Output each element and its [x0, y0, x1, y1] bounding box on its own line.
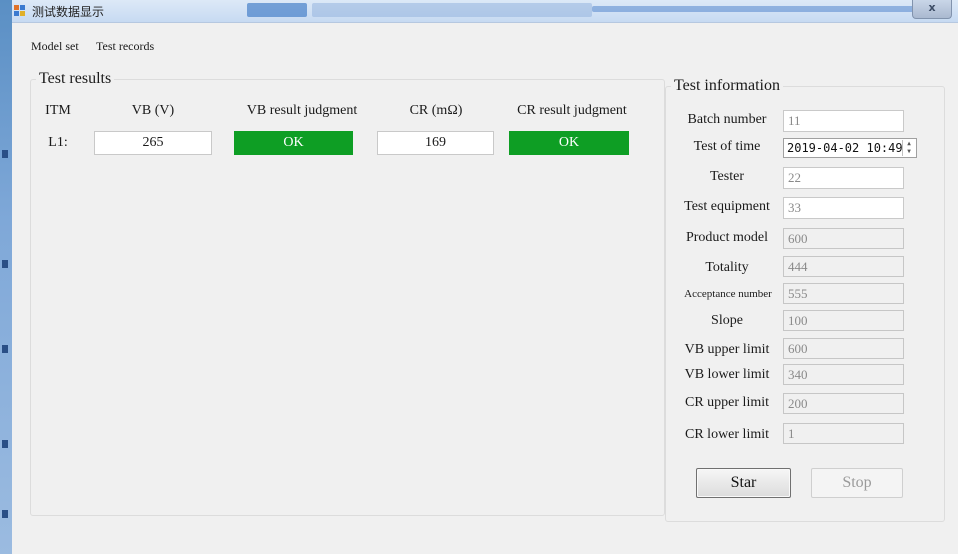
menu-item-model-set[interactable]: Model set: [31, 39, 79, 54]
header-cr-judgment: CR result judgment: [517, 103, 627, 118]
background-window-strip: [312, 3, 592, 17]
cr-value-field[interactable]: 169: [377, 131, 494, 155]
star-button[interactable]: Star: [696, 468, 791, 498]
tester-input[interactable]: 22: [783, 167, 904, 189]
app-icon: [14, 5, 26, 17]
acceptance-number-label: Acceptance number: [684, 288, 772, 300]
cr-lower-limit-label: CR lower limit: [685, 427, 769, 442]
slope-label: Slope: [711, 313, 743, 328]
app-window: 测试数据显示 x Model set Test records Test res…: [12, 0, 958, 554]
cr-upper-limit-field: 200: [783, 393, 904, 414]
background-window-strip: [592, 6, 922, 12]
spin-up-icon[interactable]: ▲: [903, 140, 915, 148]
vb-upper-limit-label: VB upper limit: [684, 342, 770, 357]
header-vb-judgment: VB result judgment: [246, 103, 358, 118]
desktop-edge: [0, 0, 12, 554]
close-icon: x: [928, 1, 936, 14]
menu-item-test-records[interactable]: Test records: [96, 39, 154, 54]
test-equipment-label: Test equipment: [684, 199, 770, 214]
stop-button[interactable]: Stop: [811, 468, 903, 498]
cr-judgment-badge: OK: [509, 131, 629, 155]
title-bar: 测试数据显示 x: [12, 0, 958, 23]
background-window-strip: [247, 3, 307, 17]
test-time-value: 2019-04-02 10:49: [787, 141, 903, 155]
vb-lower-limit-field: 340: [783, 364, 904, 385]
totality-label: Totality: [705, 260, 749, 275]
test-time-label: Test of time: [693, 139, 761, 154]
vb-upper-limit-field: 600: [783, 338, 904, 359]
slope-field: 100: [783, 310, 904, 331]
test-information-legend: Test information: [674, 77, 780, 94]
test-results-legend: Test results: [39, 70, 112, 87]
close-button[interactable]: x: [912, 0, 952, 19]
menu-bar: Model set Test records: [12, 38, 958, 56]
test-time-picker[interactable]: 2019-04-02 10:49 ▲ ▼: [783, 138, 917, 158]
cr-lower-limit-field: 1: [783, 423, 904, 444]
batch-number-input[interactable]: 11: [783, 110, 904, 132]
header-cr: CR (mΩ): [409, 103, 463, 118]
totality-field: 444: [783, 256, 904, 277]
tester-label: Tester: [709, 169, 744, 184]
vb-lower-limit-label: VB lower limit: [684, 367, 770, 382]
window-title: 测试数据显示: [32, 5, 105, 19]
time-spinner[interactable]: ▲ ▼: [902, 140, 915, 156]
header-itm: ITM: [45, 103, 71, 118]
test-equipment-input[interactable]: 33: [783, 197, 904, 219]
header-vb: VB (V): [131, 103, 175, 118]
vb-value-field[interactable]: 265: [94, 131, 212, 155]
row-label-l1: L1:: [48, 135, 68, 150]
cr-upper-limit-label: CR upper limit: [685, 395, 769, 410]
acceptance-number-field: 555: [783, 283, 904, 304]
product-model-label: Product model: [685, 230, 769, 245]
batch-number-label: Batch number: [687, 112, 767, 127]
product-model-field: 600: [783, 228, 904, 249]
vb-judgment-badge: OK: [234, 131, 353, 155]
spin-down-icon[interactable]: ▼: [903, 148, 915, 156]
